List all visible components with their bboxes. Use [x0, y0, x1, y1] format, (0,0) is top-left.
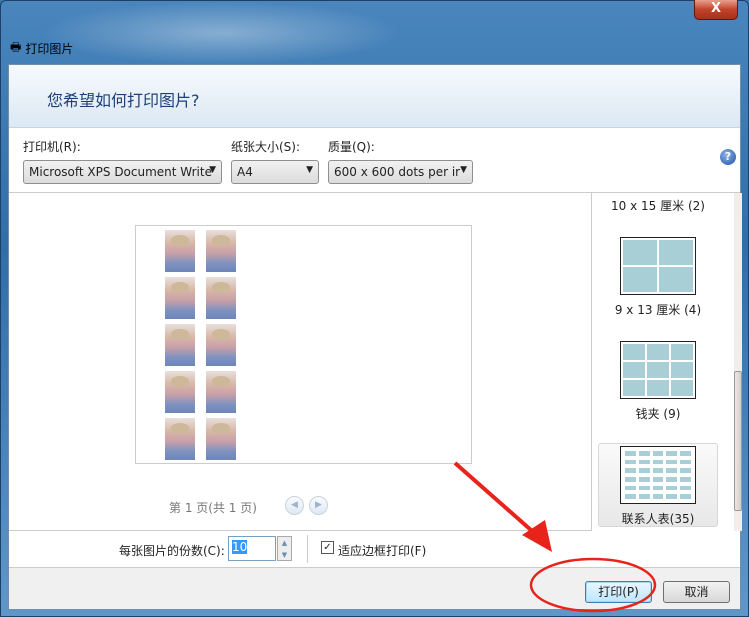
- annotation-arrow: [453, 461, 542, 540]
- annotation-ellipse: [529, 557, 657, 613]
- red-annotation: [453, 461, 657, 613]
